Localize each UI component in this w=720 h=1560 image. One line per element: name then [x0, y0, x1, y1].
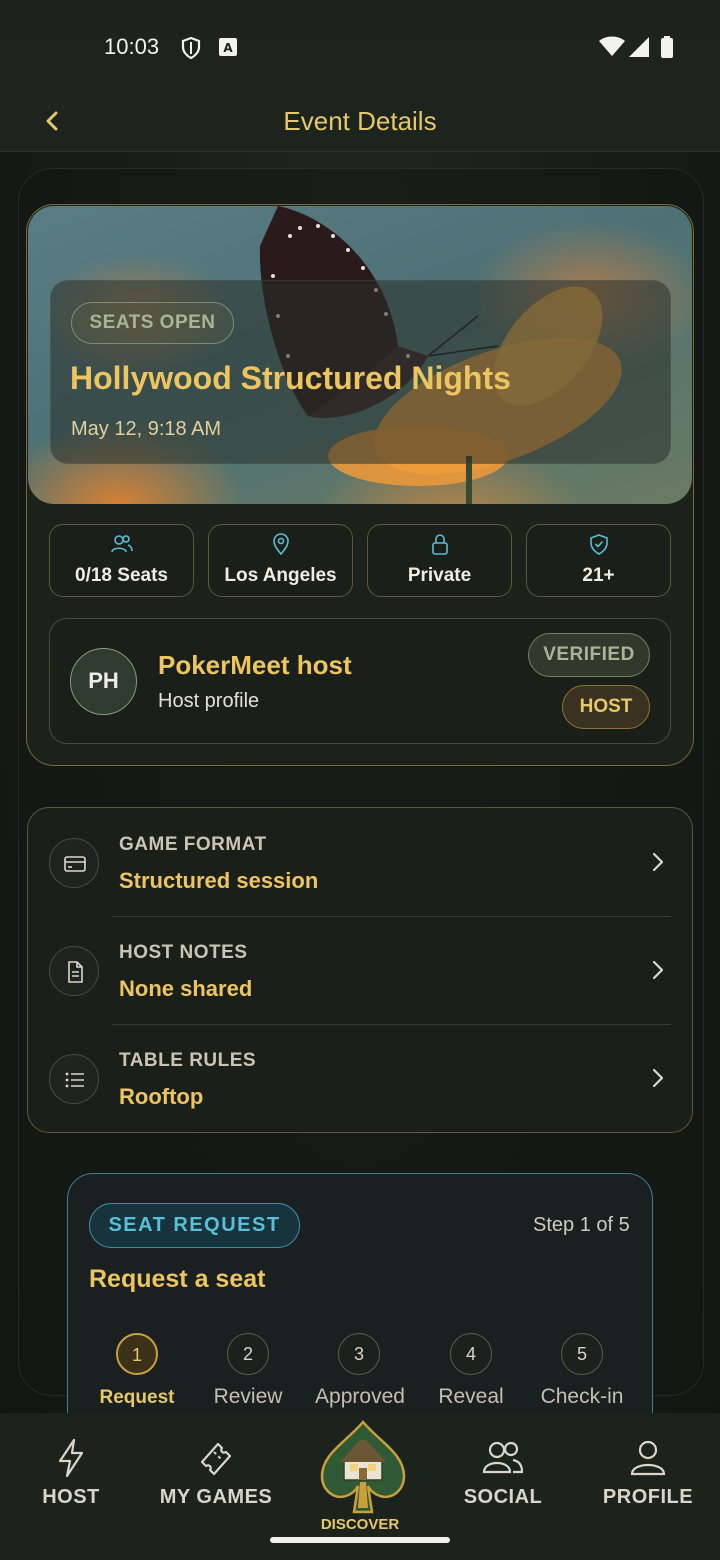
step-3-label: Approved [315, 1385, 405, 1408]
detail-value: None shared [119, 976, 253, 1001]
chip-seats: 0/18 Seats [49, 524, 194, 597]
location-pin-icon [209, 533, 352, 556]
host-subtitle: Host profile [158, 690, 260, 712]
nav-profile[interactable]: PROFILE [578, 1438, 718, 1509]
page-title: Event Details [283, 106, 437, 136]
step-5-circle: 5 [561, 1333, 603, 1375]
nav-label: SOCIAL [463, 1486, 543, 1508]
nav-discover[interactable] [320, 1420, 406, 1516]
chip-privacy: Private [367, 524, 512, 597]
signal-icon [628, 36, 650, 63]
home-indicator[interactable] [270, 1537, 450, 1543]
avatar: PH [70, 648, 137, 715]
status-bar: 10:03 A [0, 0, 720, 92]
status-badge: SEATS OPEN [71, 302, 234, 344]
person-icon [630, 1440, 666, 1476]
step-5-label: Check-in [540, 1385, 624, 1408]
status-time: 10:03 [104, 34, 160, 59]
nav-label: HOST [42, 1486, 100, 1508]
verified-badge: VERIFIED [528, 633, 650, 677]
people-icon [50, 533, 193, 555]
ticket-icon [200, 1442, 232, 1476]
nav-label: DISCOVER [320, 1516, 400, 1533]
host-badge: HOST [562, 685, 650, 729]
step-progress-text: Step 1 of 5 [533, 1214, 630, 1236]
lightning-icon [58, 1438, 84, 1478]
seat-request-title: Request a seat [89, 1265, 266, 1293]
step-2-circle: 2 [227, 1333, 269, 1375]
detail-label: HOST NOTES [119, 942, 248, 963]
nav-social[interactable]: SOCIAL [433, 1438, 573, 1509]
chip-label: 0/18 Seats [75, 565, 168, 586]
event-datetime: May 12, 9:18 AM [71, 418, 222, 440]
detail-row-game-format[interactable]: GAME FORMAT Structured session [27, 808, 693, 916]
detail-value: Structured session [119, 868, 319, 893]
battery-icon [660, 36, 674, 63]
host-name: PokerMeet host [158, 650, 352, 680]
step-3-circle: 3 [338, 1333, 380, 1375]
people-icon [482, 1441, 524, 1474]
step-2-label: Review [213, 1385, 283, 1408]
step-4-label: Reveal [438, 1385, 504, 1408]
detail-row-host-notes[interactable]: HOST NOTES None shared [27, 916, 693, 1024]
chip-age: 21+ [526, 524, 671, 597]
svg-text:A: A [223, 41, 233, 55]
chip-label: Private [407, 565, 472, 586]
keyboard-a-icon: A [219, 38, 237, 61]
shield-icon [180, 36, 202, 65]
app-bar: Event Details [0, 92, 720, 152]
wifi-icon [598, 36, 626, 63]
chip-location: Los Angeles [208, 524, 353, 597]
step-4-circle: 4 [450, 1333, 492, 1375]
event-title: Hollywood Structured Nights [70, 360, 511, 396]
list-icon [49, 1054, 99, 1104]
chip-label: Los Angeles [224, 565, 337, 586]
detail-row-table-rules[interactable]: TABLE RULES Rooftop [27, 1024, 693, 1132]
nav-label: MY GAMES [159, 1486, 273, 1508]
chevron-right-icon [647, 958, 669, 987]
house-spade-icon [320, 1420, 406, 1514]
document-icon [49, 946, 99, 996]
chip-label: 21+ [582, 565, 615, 586]
card-icon [49, 838, 99, 888]
chevron-right-icon [647, 1066, 669, 1095]
shield-check-icon [527, 533, 670, 555]
nav-host[interactable]: HOST [1, 1438, 141, 1509]
nav-label: PROFILE [602, 1486, 694, 1508]
detail-value: Rooftop [119, 1084, 204, 1109]
detail-label: GAME FORMAT [119, 834, 267, 855]
step-1-circle: 1 [116, 1333, 158, 1375]
nav-my-games[interactable]: MY GAMES [146, 1438, 286, 1509]
detail-label: TABLE RULES [119, 1050, 257, 1071]
lock-icon [368, 533, 511, 555]
step-1-label: Request [99, 1387, 175, 1408]
chevron-right-icon [647, 850, 669, 879]
seat-request-badge: SEAT REQUEST [89, 1203, 300, 1248]
screen: 10:03 A Event Details SEATS OPEN Hollywo… [0, 0, 720, 1560]
